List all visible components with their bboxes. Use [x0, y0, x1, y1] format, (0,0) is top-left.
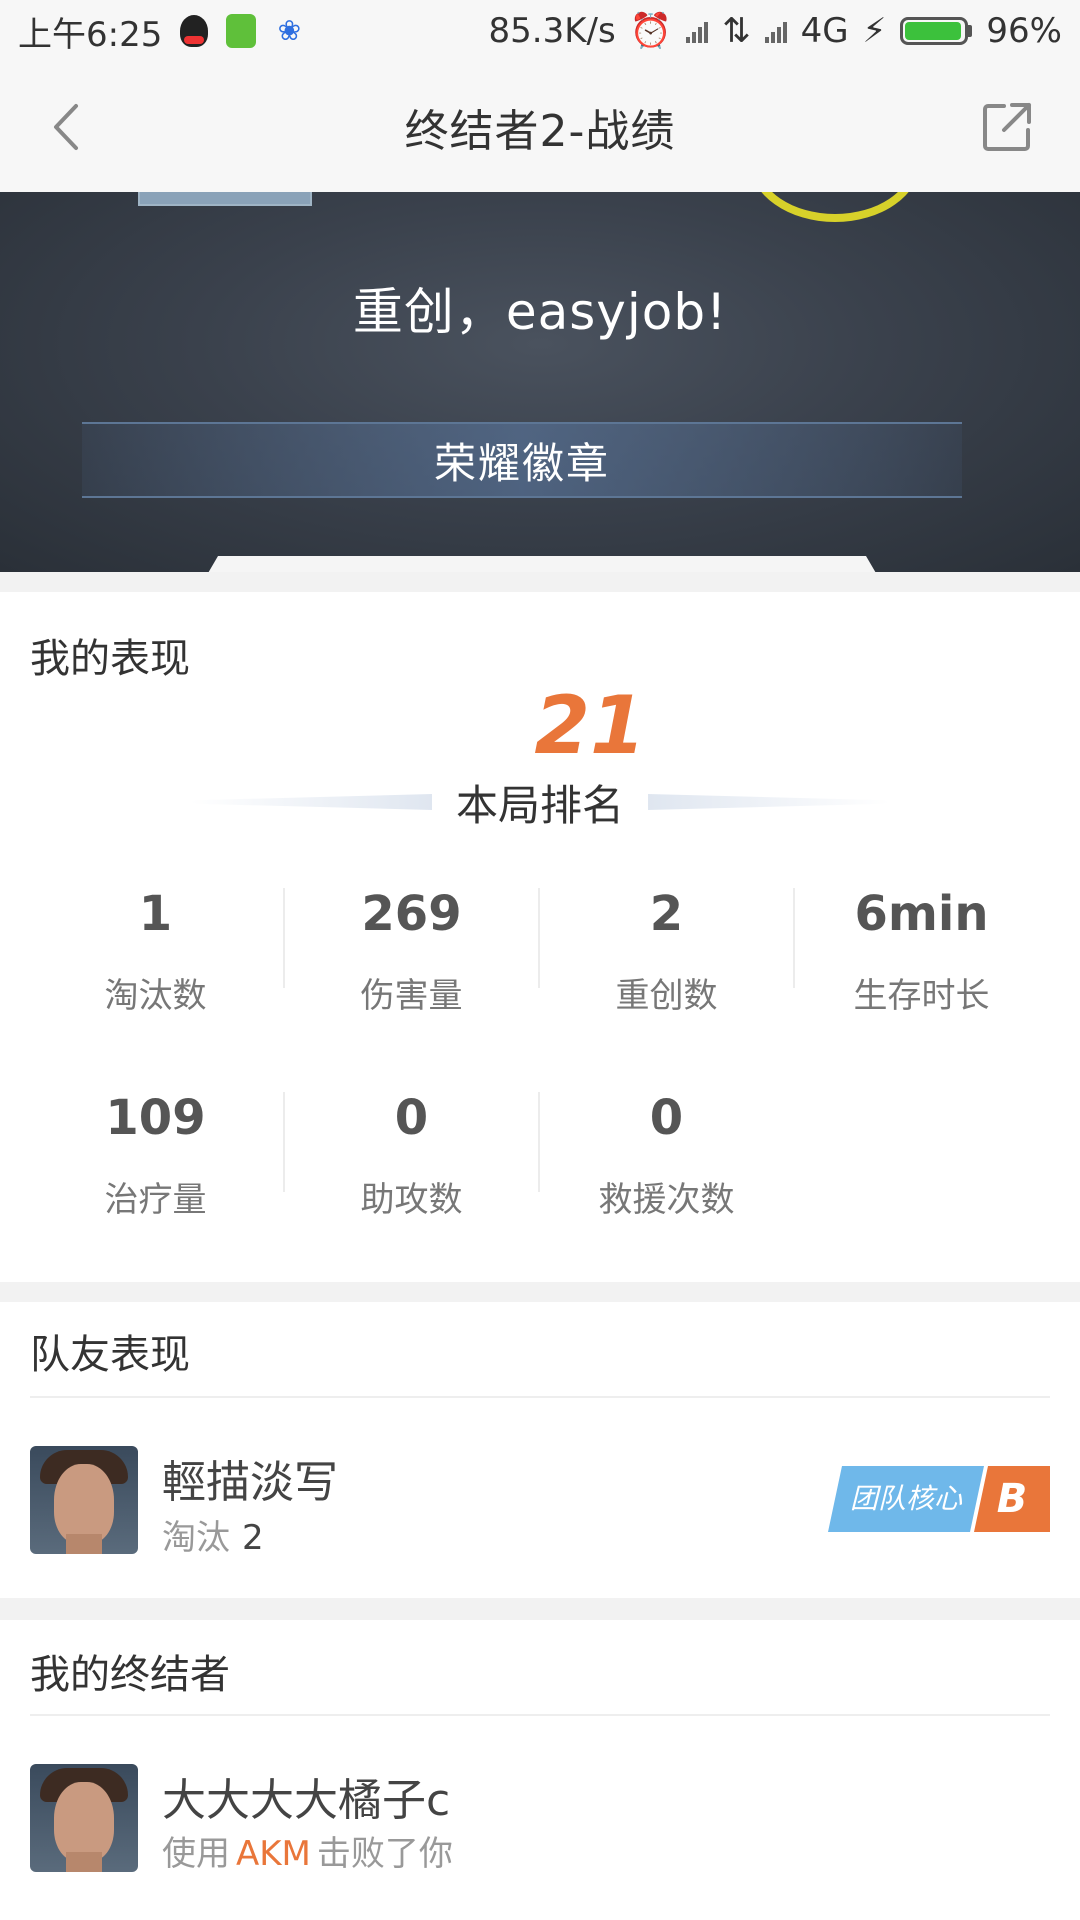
avatar[interactable] [30, 1764, 138, 1872]
yellow-ring-decoration [750, 192, 920, 222]
killer-detail: 使用 AKM 击败了你 [162, 1826, 453, 1875]
grade-label: B [974, 1466, 1050, 1532]
rank-number: 21 [534, 687, 645, 763]
stat-label: 生存时长 [853, 976, 990, 1016]
stat-damage: 269 伤害量 [284, 882, 539, 1017]
role-badge: 团队核心 B [828, 1466, 1050, 1532]
rank-number-text: 21 [534, 687, 645, 763]
teammate-name[interactable]: 輕描淡写 [162, 1446, 338, 1510]
honor-badge-button[interactable]: 荣耀徽章 [82, 422, 962, 498]
share-icon[interactable] [980, 100, 1034, 154]
divider [30, 1396, 1050, 1398]
player-portrait [138, 192, 312, 206]
hero-tab-decoration [204, 556, 880, 572]
teammate-kills: 淘汰 2 [162, 1510, 264, 1559]
nav-bar: 终结者2-战绩 [0, 62, 1080, 192]
status-time: 上午6:25 [18, 14, 163, 55]
stat-value: 269 [361, 886, 462, 942]
section-title: 队友表现 [30, 1332, 190, 1378]
kills-label: 淘汰 [162, 1518, 230, 1558]
battery-saver-icon [226, 14, 257, 48]
role-label: 团队核心 [828, 1466, 984, 1532]
stat-assists: 0 助攻数 [284, 1086, 539, 1221]
stat-label: 助攻数 [360, 1180, 463, 1220]
kills-value: 2 [242, 1518, 264, 1558]
section-title: 我的表现 [30, 636, 190, 682]
stat-label: 伤害量 [360, 976, 463, 1016]
wing-decoration-right [648, 794, 891, 810]
stat-label: 救援次数 [598, 1180, 735, 1220]
stat-value: 0 [649, 1090, 684, 1146]
my-performance-card: 我的表现 21 本局排名 1 淘汰数 269 伤害量 2 重创数 6min 生存… [0, 592, 1080, 1282]
avatar[interactable] [30, 1446, 138, 1554]
teammates-card: 队友表现 輕描淡写 淘汰 2 团队核心 B [0, 1302, 1080, 1598]
rank-label-row: 本局排名 [190, 772, 891, 832]
stat-knockdowns: 2 重创数 [539, 882, 794, 1017]
back-arrow-icon[interactable] [42, 100, 92, 154]
network-type: 4G [800, 11, 849, 51]
stat-healing: 109 治疗量 [28, 1086, 283, 1221]
signal-icon [686, 19, 709, 43]
battery-fill [905, 22, 962, 40]
divider [30, 1714, 1050, 1716]
my-killers-card: 我的终结者 大大大大橘子c 使用 AKM 击败了你 [0, 1620, 1080, 1920]
stat-label: 重创数 [615, 976, 718, 1016]
status-bar: 上午6:25 ❀ 85.3K/s ⏰ ⇅ 4G ⚡ 96% [0, 0, 1080, 62]
battery-percent: 96% [986, 11, 1062, 51]
stat-label: 治疗量 [104, 1180, 207, 1220]
stat-value: 0 [394, 1090, 429, 1146]
hero-message: 重创，easyjob! [352, 283, 728, 341]
battery-icon [900, 17, 973, 45]
hero-banner: 重创，easyjob! 荣耀徽章 [0, 192, 1080, 572]
page-title: 终结者2-战绩 [404, 106, 676, 157]
signal-icon [764, 19, 787, 43]
honor-badge-label: 荣耀徽章 [433, 438, 610, 488]
detail-prefix: 使用 [162, 1834, 230, 1874]
data-transfer-icon: ⇅ [722, 11, 751, 51]
baidu-paw-icon: ❀ [277, 14, 302, 47]
section-title: 我的终结者 [30, 1652, 230, 1698]
net-speed: 85.3K/s [488, 11, 616, 51]
stat-survival-time: 6min 生存时长 [794, 882, 1049, 1017]
alarm-icon: ⏰ [629, 11, 673, 51]
stat-label: 淘汰数 [104, 976, 207, 1016]
rank-label: 本局排名 [456, 780, 625, 830]
qq-icon [180, 15, 209, 47]
wing-decoration-left [190, 794, 432, 810]
stat-kills: 1 淘汰数 [28, 882, 283, 1017]
stat-value: 2 [649, 886, 684, 942]
stat-value: 6min [854, 886, 989, 942]
stat-value: 1 [138, 886, 173, 942]
detail-suffix: 击败了你 [316, 1834, 453, 1874]
charging-icon: ⚡ [862, 11, 887, 51]
stat-revives: 0 救援次数 [539, 1086, 794, 1221]
stat-value: 109 [105, 1090, 206, 1146]
killer-name[interactable]: 大大大大橘子c [162, 1764, 450, 1828]
weapon-name: AKM [236, 1834, 311, 1874]
